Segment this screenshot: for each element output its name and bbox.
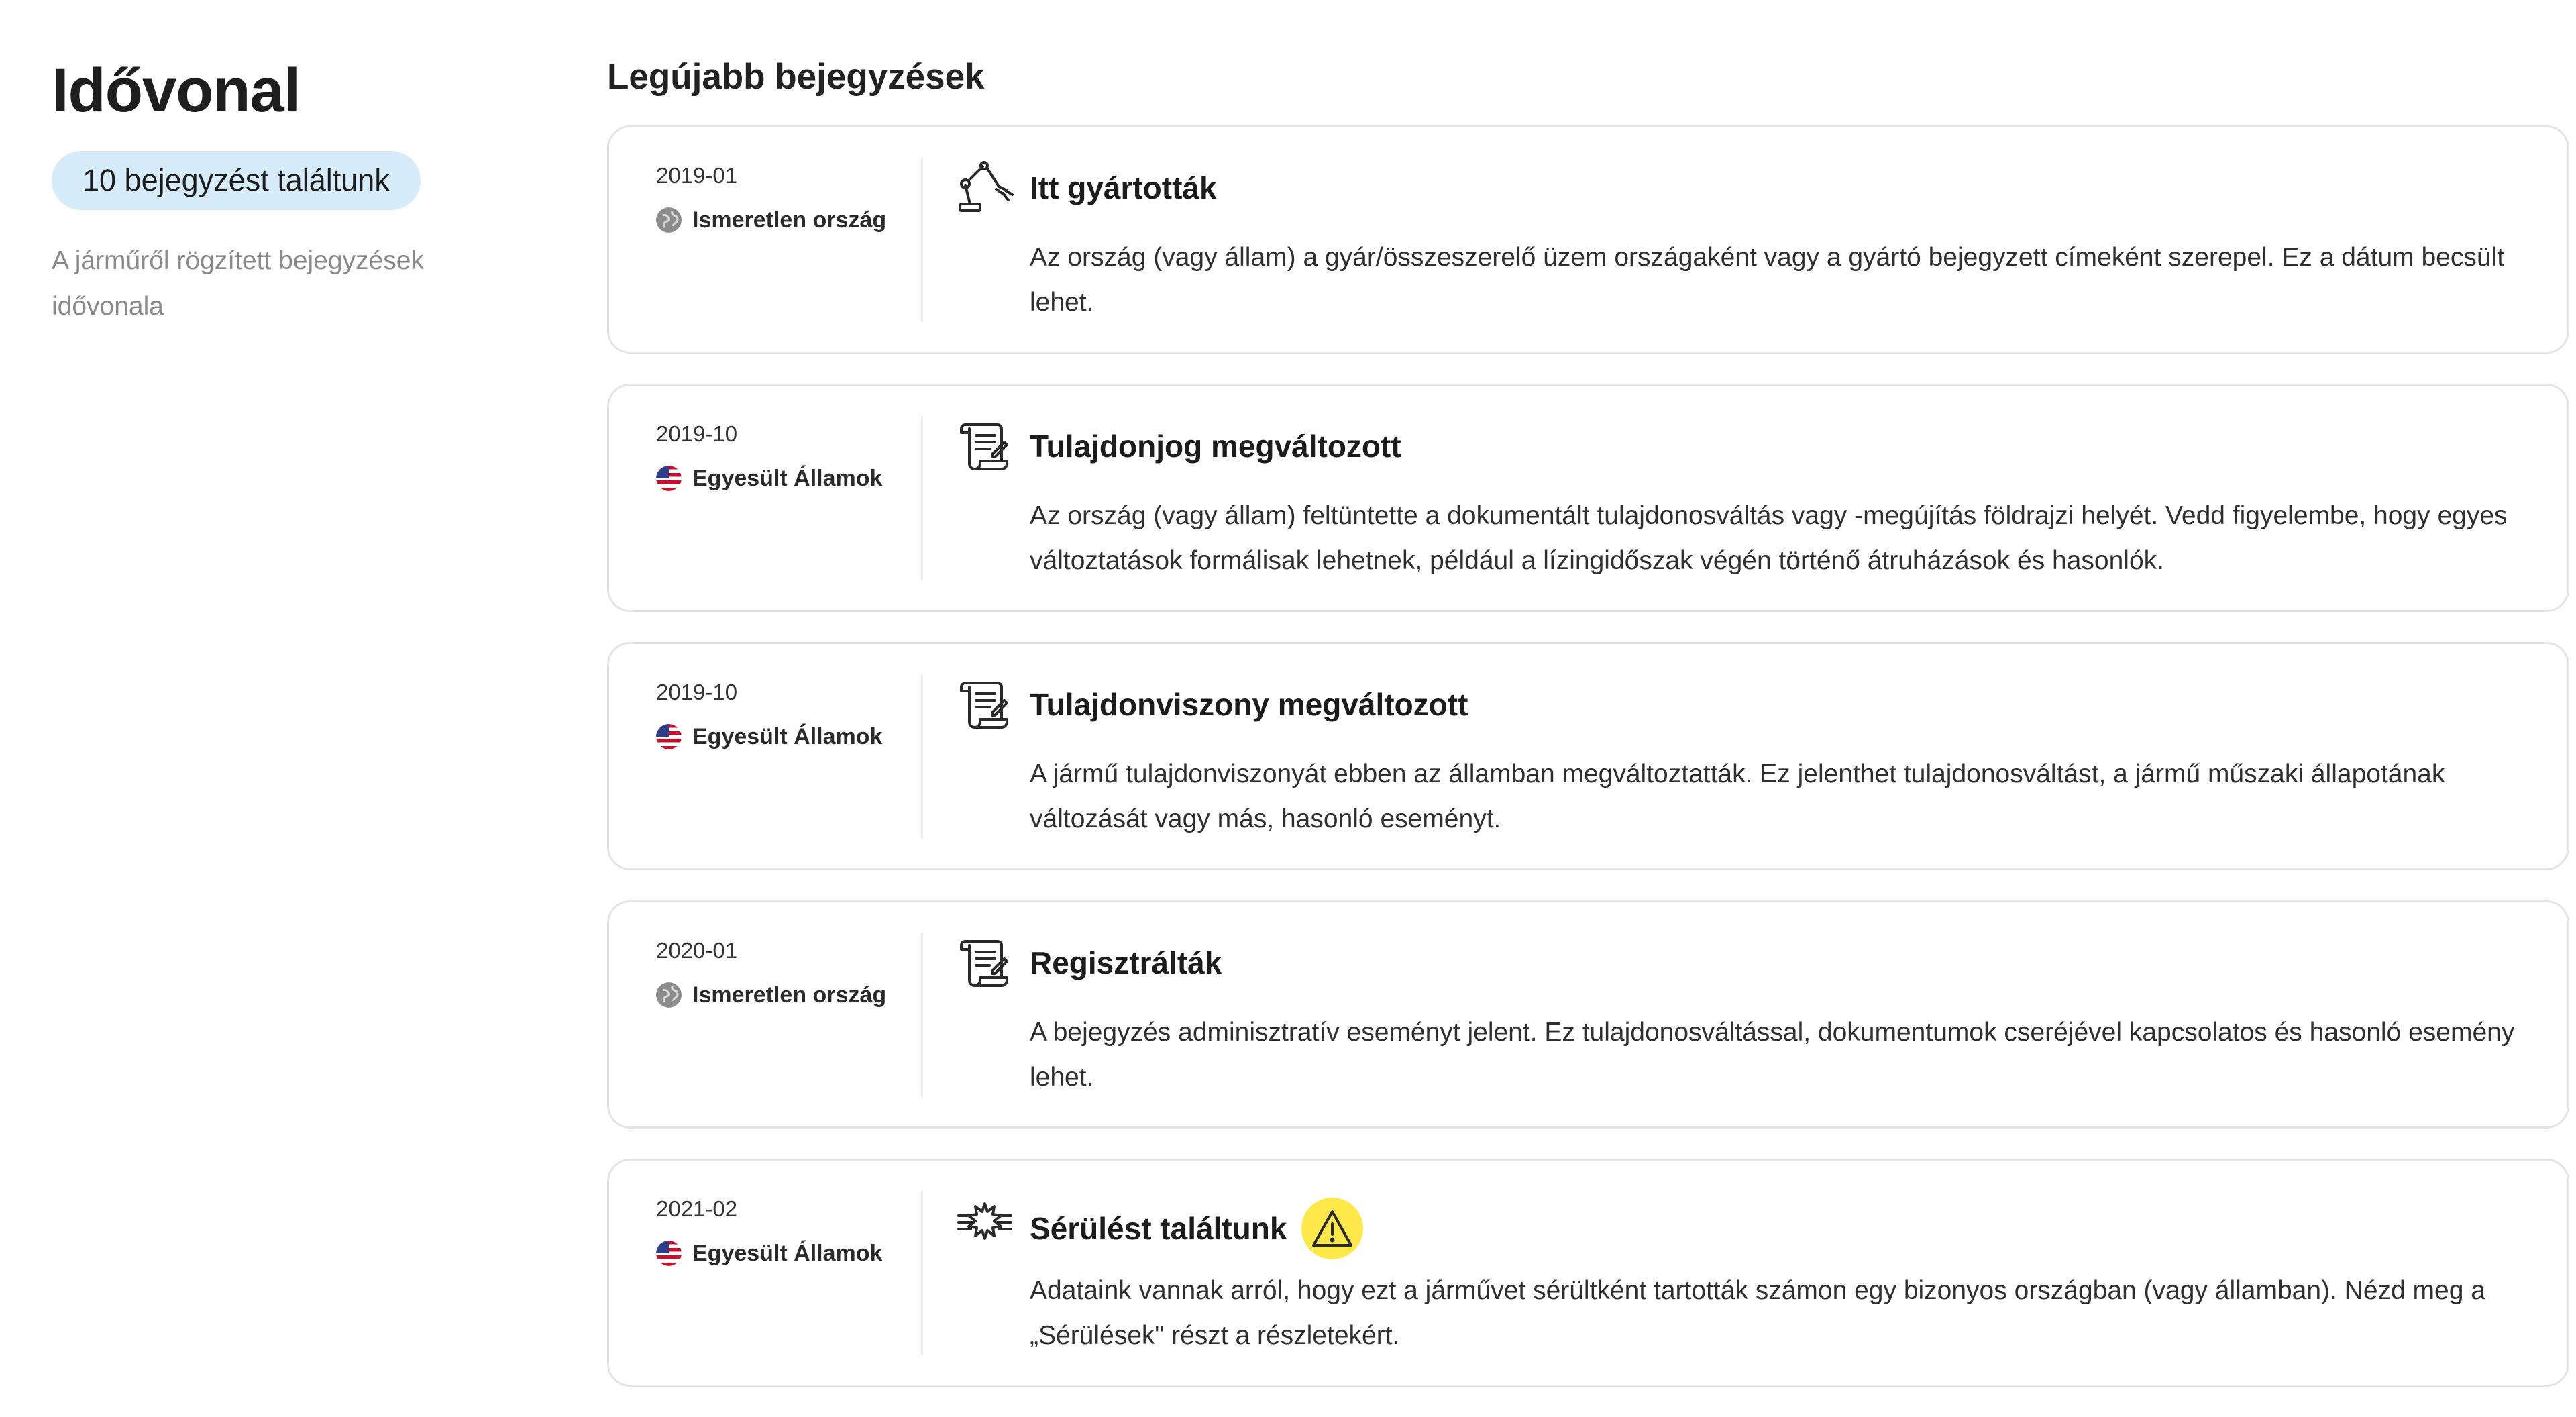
entry-country: Egyesült Államok [656,721,911,753]
timeline-entry: 2019-10 [607,642,2569,870]
timeline-entry: 2020-01 Ismeretlen ország Regisztrálták … [607,900,2569,1129]
entry-title-text: Itt gyártották [1030,170,1217,205]
entry-date: 2020-01 [656,938,738,963]
entry-list: 2019-01 Ismeretlen ország Itt gyártották… [607,125,2569,1387]
section-title: Legújabb bejegyzések [607,57,985,97]
entry-country: Egyesült Államok [656,462,911,494]
entry-divider [921,158,923,322]
entry-meta: 2019-10 Egyesült Államok [656,418,911,494]
entry-description: A jármű tulajdonviszonyát ebben az állam… [1030,759,2445,833]
robot-arm-icon [956,161,1014,215]
document-scroll-icon [956,936,1014,990]
document-scroll-icon [956,678,1014,731]
us-flag-icon [656,724,682,749]
entry-title: Regisztrálták [1030,939,1222,986]
entry-country-name: Egyesült Államok [692,466,883,491]
page-title: Idővonal [52,56,301,125]
entry-title: Itt gyártották [1030,164,1217,211]
entry-country-name: Ismeretlen ország [692,207,887,233]
entry-divider [921,416,923,580]
us-flag-icon [656,1241,682,1266]
entry-meta: 2019-10 Egyesült Államok [656,676,911,753]
entry-count-badge: 10 bejegyzést találtunk [52,151,421,210]
sidebar: Idővonal 10 bejegyzést találtunk A jármű… [52,54,481,329]
main-content: Legújabb bejegyzések 2019-01 Ismeretlen … [607,50,2569,1417]
us-flag-icon [656,466,682,491]
entry-date: 2019-10 [656,421,738,446]
entry-country-name: Egyesült Államok [692,724,883,749]
entry-date: 2019-10 [656,680,738,704]
entry-country: Ismeretlen ország [656,204,911,236]
entry-description: Az ország (vagy állam) a gyár/összeszere… [1030,243,2505,317]
entry-title-text: Tulajdonjog megváltozott [1030,429,1401,464]
entry-meta: 2020-01 Ismeretlen ország [656,935,911,1011]
entry-title-text: Tulajdonviszony megváltozott [1030,687,1468,722]
entry-title-text: Sérülést találtunk [1030,1211,1287,1246]
timeline-entry: 2019-01 Ismeretlen ország Itt gyártották… [607,125,2569,354]
entry-country-name: Egyesült Államok [692,1241,883,1266]
timeline-entry: 2021-02 Egyesült Államok Sérülést talált… [607,1159,2569,1387]
crash-icon [956,1194,1014,1248]
entry-country: Ismeretlen ország [656,979,911,1011]
document-scroll-icon [956,419,1014,473]
entry-country-name: Ismeretlen ország [692,982,887,1008]
entry-country: Egyesült Államok [656,1237,911,1269]
timeline-entry: 2019-10 [607,384,2569,612]
warning-icon [1301,1198,1364,1259]
entry-date: 2021-02 [656,1196,738,1221]
entry-description: Adataink vannak arról, hogy ezt a járműv… [1030,1276,2485,1350]
timeline-description: A járműről rögzített bejegyzések idővona… [52,246,424,321]
entry-divider [921,674,923,839]
entry-description: Az ország (vagy állam) feltüntette a dok… [1030,501,2508,575]
entry-title: Sérülést találtunk [1030,1198,1364,1259]
entry-divider [921,1191,923,1355]
globe-icon [656,982,682,1008]
globe-icon [656,207,682,233]
entry-meta: 2021-02 Egyesült Államok [656,1193,911,1269]
timeline-page: Idővonal 10 bejegyzést találtunk A jármű… [0,0,2576,1387]
entry-divider [921,933,923,1097]
entry-date: 2019-01 [656,163,738,188]
entry-title-text: Regisztrálták [1030,945,1222,980]
entry-description: A bejegyzés adminisztratív eseményt jele… [1030,1018,2515,1092]
entry-title: Tulajdonjog megváltozott [1030,423,1401,470]
entry-meta: 2019-01 Ismeretlen ország [656,160,911,236]
entry-title: Tulajdonviszony megváltozott [1030,681,1468,728]
